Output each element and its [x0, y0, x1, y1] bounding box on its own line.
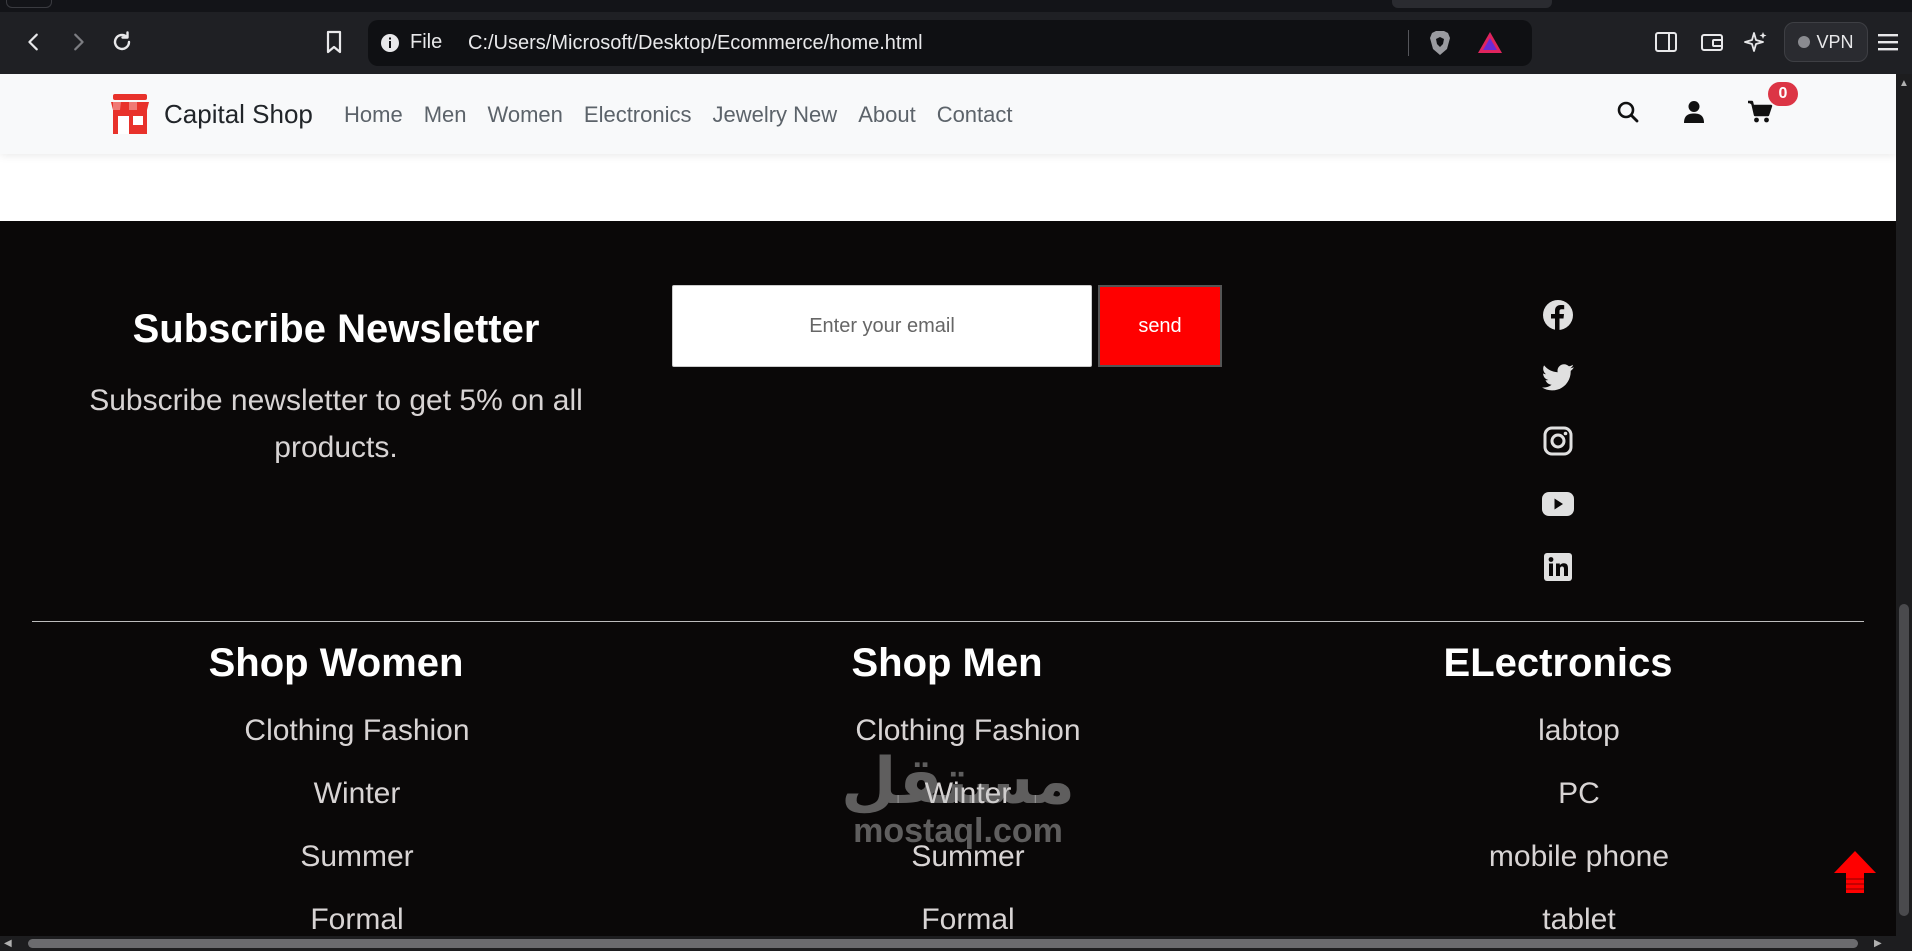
wallet-button[interactable] [1696, 26, 1728, 58]
scroll-right-arrow[interactable]: ▶ [1874, 938, 1882, 949]
arrow-up-icon [1834, 851, 1876, 893]
url-text[interactable]: C:/Users/Microsoft/Desktop/Ecommerce/hom… [468, 32, 923, 55]
forward-button[interactable] [60, 24, 96, 60]
browser-toolbar: File C:/Users/Microsoft/Desktop/Ecommerc… [0, 0, 1912, 74]
menu-item-electronics[interactable]: Electronics [584, 102, 692, 128]
footer-link[interactable]: Clothing Fashion [68, 711, 646, 774]
link-list: Clothing Fashion Winter Summer Formal [26, 711, 646, 936]
horizontal-scroll-thumb[interactable] [28, 939, 1858, 948]
hamburger-icon [1878, 34, 1898, 51]
leo-ai-button[interactable] [1740, 26, 1772, 58]
footer-link[interactable]: Summer [68, 837, 646, 900]
youtube-link[interactable] [1540, 488, 1576, 520]
menu-item-jewelry[interactable]: Jewelry New [712, 102, 837, 128]
navbar-actions: 0 [1614, 82, 1798, 126]
back-button[interactable] [16, 24, 52, 60]
column-title: Shop Women [208, 641, 464, 685]
brand-name: Capital Shop [164, 98, 313, 129]
back-to-top-button[interactable] [1832, 849, 1878, 895]
youtube-icon [1542, 492, 1574, 516]
link-list: labtop PC mobile phone tablet [1248, 711, 1868, 936]
vpn-status-dot [1798, 36, 1811, 48]
cart-icon [1748, 100, 1773, 123]
menu-item-contact[interactable]: Contact [937, 102, 1013, 128]
send-button[interactable]: send [1098, 285, 1222, 367]
linkedin-link[interactable] [1540, 551, 1576, 583]
site-navbar: Capital Shop Home Men Women Electronics … [0, 74, 1896, 154]
footer-link[interactable]: labtop [1290, 711, 1868, 774]
menu-item-about[interactable]: About [858, 102, 916, 128]
brand-link[interactable]: Capital Shop [110, 92, 313, 136]
horizontal-scrollbar[interactable]: ◀ ▶ [0, 936, 1912, 951]
search-icon [1617, 101, 1639, 123]
reload-icon [113, 31, 131, 51]
email-input[interactable] [672, 285, 1092, 367]
newsletter-title: Subscribe Newsletter [132, 307, 540, 351]
reload-button[interactable] [104, 24, 140, 60]
address-bar[interactable]: File C:/Users/Microsoft/Desktop/Ecommerc… [368, 20, 1532, 66]
footer-column-women: Shop Women Clothing Fashion Winter Summe… [26, 641, 646, 936]
instagram-link[interactable] [1540, 425, 1576, 457]
facebook-icon [1543, 300, 1573, 330]
twitter-icon [1541, 364, 1574, 391]
bookmark-icon [326, 30, 342, 54]
menu-button[interactable] [1872, 26, 1904, 58]
triangle-icon [1478, 32, 1502, 53]
sparkle-icon [1744, 32, 1767, 52]
menu-item-home[interactable]: Home [344, 102, 403, 128]
newsletter-subtitle: Subscribe newsletter to get 5% on all pr… [89, 384, 583, 464]
wallet-icon [1701, 34, 1723, 51]
account-button[interactable] [1680, 98, 1708, 126]
menu-item-women[interactable]: Women [487, 102, 562, 128]
vpn-label: VPN [1816, 31, 1854, 52]
brave-shields-button[interactable] [1426, 29, 1454, 57]
scroll-left-arrow[interactable]: ◀ [4, 938, 12, 949]
cart-count-badge: 0 [1768, 82, 1798, 106]
linkedin-icon [1544, 553, 1572, 581]
twitter-link[interactable] [1540, 362, 1576, 394]
column-title: Shop Men [851, 641, 1043, 685]
site-info[interactable]: File [380, 31, 442, 54]
footer-link[interactable]: Formal [679, 900, 1257, 936]
user-icon [1684, 101, 1704, 123]
footer-link[interactable]: PC [1290, 774, 1868, 837]
sidebar-icon [1655, 32, 1677, 52]
footer-column-electronics: ELectronics labtop PC mobile phone table… [1248, 641, 1868, 936]
tab[interactable] [6, 0, 52, 8]
divider [1408, 30, 1409, 56]
footer-link[interactable]: Formal [68, 900, 646, 936]
tab[interactable] [1392, 0, 1552, 8]
vertical-scroll-thumb[interactable] [1899, 604, 1909, 916]
social-links [1540, 299, 1576, 583]
scroll-up-arrow[interactable]: ▲ [1899, 78, 1909, 89]
chevron-right-icon [74, 33, 84, 51]
tab-strip [0, 0, 1912, 12]
footer-link[interactable]: tablet [1290, 900, 1868, 936]
watermark: مستقل mostaql.com [838, 745, 1078, 850]
url-scheme-label: File [410, 31, 443, 53]
footer-link[interactable]: Winter [68, 774, 646, 837]
sidebar-toggle-button[interactable] [1650, 26, 1682, 58]
vpn-button[interactable]: VPN [1784, 22, 1868, 62]
brave-rewards-button[interactable] [1476, 29, 1504, 57]
cart-button[interactable]: 0 [1746, 82, 1798, 126]
info-icon [381, 33, 399, 52]
facebook-link[interactable] [1540, 299, 1576, 331]
column-title: ELectronics [1443, 641, 1673, 685]
footer-divider [32, 621, 1864, 622]
lion-shield-icon [1430, 31, 1450, 55]
bookmark-button[interactable] [316, 24, 352, 60]
main-menu: Home Men Women Electronics Jewelry New A… [344, 102, 1013, 128]
footer-link[interactable]: mobile phone [1290, 837, 1868, 900]
watermark-arabic: مستقل [840, 745, 1076, 817]
menu-item-men[interactable]: Men [424, 102, 467, 128]
shop-logo-icon [111, 94, 149, 134]
instagram-icon [1543, 426, 1573, 456]
vertical-scrollbar[interactable]: ▲ [1896, 74, 1912, 936]
search-button[interactable] [1614, 98, 1642, 126]
watermark-latin: mostaql.com [853, 812, 1063, 850]
chevron-left-icon [28, 33, 38, 51]
